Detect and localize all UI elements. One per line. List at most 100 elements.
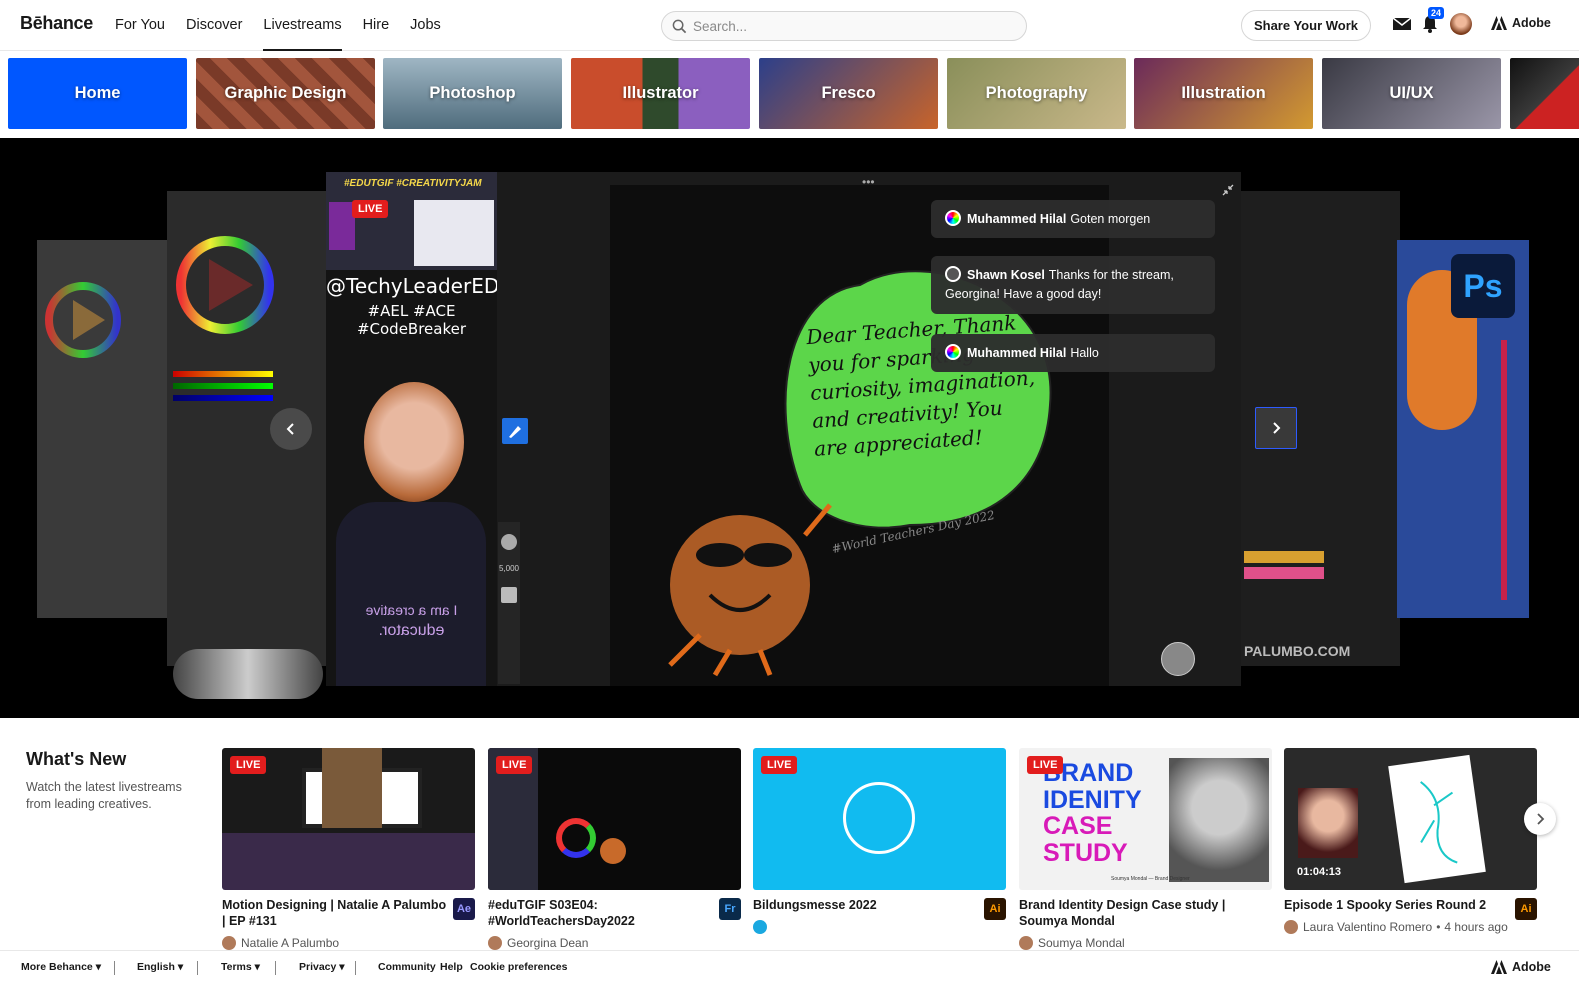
user-avatar[interactable] (1450, 13, 1472, 35)
mail-icon[interactable] (1392, 14, 1412, 34)
photoshop-icon: Ps (1451, 254, 1515, 318)
notification-badge: 24 (1428, 7, 1445, 19)
nav-hire[interactable]: Hire (363, 0, 390, 51)
category-home[interactable]: Home (8, 58, 187, 129)
stream-card[interactable]: LIVE #eduTGIF S03E04: #WorldTeachersDay2… (488, 748, 741, 950)
stream-card[interactable]: 01:04:13 Episode 1 Spooky Series Round 2… (1284, 748, 1537, 934)
carousel-prev-button[interactable] (270, 408, 312, 450)
author-avatar (222, 936, 236, 950)
footer-help[interactable]: Help (440, 961, 463, 973)
stream-thumbnail[interactable]: 01:04:13 (1284, 748, 1537, 890)
figure-sketch-icon (1420, 781, 1458, 864)
search-box[interactable] (661, 11, 1027, 41)
after-effects-icon: Ae (453, 898, 475, 920)
live-badge: LIVE (761, 756, 798, 774)
card-title[interactable]: #eduTGIF S03E04: #WorldTeachersDay2022 (488, 897, 713, 929)
card-author[interactable] (753, 920, 772, 934)
color-wheel-icon (176, 236, 274, 334)
live-badge: LIVE (496, 756, 533, 774)
category-photography[interactable]: Photography (947, 58, 1126, 129)
card-title[interactable]: Episode 1 Spooky Series Round 2 (1284, 897, 1509, 913)
footer: More Behance ▾ English ▾ Terms ▾ Privacy… (0, 950, 1579, 986)
mini-screen (414, 200, 494, 266)
card-author[interactable]: Laura Valentino Romero • 4 hours ago (1284, 920, 1508, 934)
stream-card[interactable]: BRAND IDENITY CASE STUDY Soumya Mondal —… (1019, 748, 1272, 950)
stream-card[interactable]: LIVE Motion Designing | Natalie A Palumb… (222, 748, 475, 950)
color-slider (173, 371, 273, 377)
color-picker-circle[interactable] (1161, 642, 1195, 676)
palumbo-text: PALUMBO.COM (1244, 643, 1351, 659)
chat-avatar (945, 344, 961, 360)
stream-thumbnail[interactable]: LIVE (488, 748, 741, 890)
footer-more-behance[interactable]: More Behance ▾ (21, 961, 101, 973)
chevron-right-icon (1273, 422, 1281, 434)
category-more[interactable] (1510, 58, 1579, 129)
category-illustrator[interactable]: Illustrator (571, 58, 750, 129)
author-avatar (753, 920, 767, 934)
card-author[interactable]: Natalie A Palumbo (222, 936, 339, 950)
category-photoshop[interactable]: Photoshop (383, 58, 562, 129)
stream-thumbnail[interactable]: LIVE (753, 748, 1006, 890)
cam-overlay-banner: #EDUTGIF #CREATIVITYJAM (326, 172, 497, 270)
nav-jobs[interactable]: Jobs (410, 0, 441, 51)
stream-card[interactable]: LIVE Bildungsmesse 2022 Ai (753, 748, 1006, 934)
presenter-photo (1169, 758, 1269, 882)
chat-message: Muhammed Hilal Goten morgen (931, 200, 1215, 238)
footer-adobe-link[interactable]: Adobe (1491, 960, 1551, 974)
vertical-slider (1501, 340, 1507, 600)
fresco-icon: Fr (719, 898, 741, 920)
live-badge: LIVE (230, 756, 267, 774)
footer-divider (197, 961, 198, 975)
adobe-link[interactable]: Adobe (1491, 16, 1551, 30)
presenter-face (364, 382, 464, 502)
color-wheel-icon (45, 282, 121, 358)
footer-divider (275, 961, 276, 975)
category-illustration[interactable]: Illustration (1134, 58, 1313, 129)
stream-thumbnail[interactable]: BRAND IDENITY CASE STUDY Soumya Mondal —… (1019, 748, 1272, 890)
nav-livestreams[interactable]: Livestreams (263, 0, 342, 51)
footer-language[interactable]: English ▾ (137, 961, 183, 973)
card-author[interactable]: Georgina Dean (488, 936, 588, 950)
chat-message: Muhammed Hilal Hallo (931, 334, 1215, 372)
search-input[interactable] (693, 18, 1013, 34)
timeline-bar (1244, 551, 1324, 563)
opacity-swatch[interactable] (501, 587, 517, 603)
card-title[interactable]: Bildungsmesse 2022 (753, 897, 978, 913)
cards-next-button[interactable] (1524, 803, 1556, 835)
collapse-icon[interactable] (1221, 183, 1235, 197)
stream-card-far-left[interactable] (37, 240, 177, 618)
category-graphic-design[interactable]: Graphic Design (196, 58, 375, 129)
thumb-person (322, 748, 382, 828)
nav-for-you[interactable]: For You (115, 0, 165, 51)
brand-card-footer: Soumya Mondal — Brand Designer (1111, 876, 1190, 882)
footer-terms[interactable]: Terms ▾ (221, 961, 260, 973)
thumb-drawing (1388, 754, 1486, 884)
placeholder-circle (843, 782, 915, 854)
footer-community[interactable]: Community (378, 961, 436, 973)
footer-cookie-preferences[interactable]: Cookie preferences (470, 961, 567, 973)
stream-card-far-right[interactable]: Ps (1397, 240, 1529, 618)
carousel-next-button[interactable] (1255, 407, 1297, 449)
share-your-work-button[interactable]: Share Your Work (1241, 10, 1371, 41)
top-header: Bēhance For You Discover Livestreams Hir… (0, 0, 1579, 51)
card-title[interactable]: Motion Designing | Natalie A Palumbo | E… (222, 897, 447, 929)
category-fresco[interactable]: Fresco (759, 58, 938, 129)
presenter-shirt (336, 502, 486, 686)
color-slider (173, 383, 273, 389)
footer-privacy[interactable]: Privacy ▾ (299, 961, 345, 973)
whats-new-description: Watch the latest livestreams from leadin… (26, 780, 182, 811)
card-title[interactable]: Brand Identity Design Case study | Soumy… (1019, 897, 1272, 929)
chat-message: Shawn Kosel Thanks for the stream, Georgi… (931, 256, 1215, 314)
footer-divider (355, 961, 356, 975)
more-options-icon[interactable]: ••• (862, 175, 875, 189)
stream-thumbnail[interactable]: LIVE (222, 748, 475, 890)
nav-discover[interactable]: Discover (186, 0, 242, 51)
livestream-carousel: PALUMBO.COM Ps #EDUTGIF #CREATIVITYJAM L… (0, 138, 1579, 718)
category-ui-ux[interactable]: UI/UX (1322, 58, 1501, 129)
card-author[interactable]: Soumya Mondal (1019, 936, 1125, 950)
author-avatar (488, 936, 502, 950)
main-livestream-player[interactable]: #EDUTGIF #CREATIVITYJAM LIVE @TechyLeade… (326, 172, 1241, 686)
brush-size-dot[interactable] (501, 534, 517, 550)
brush-tool-button[interactable] (502, 418, 528, 444)
behance-logo[interactable]: Bēhance (20, 13, 93, 34)
